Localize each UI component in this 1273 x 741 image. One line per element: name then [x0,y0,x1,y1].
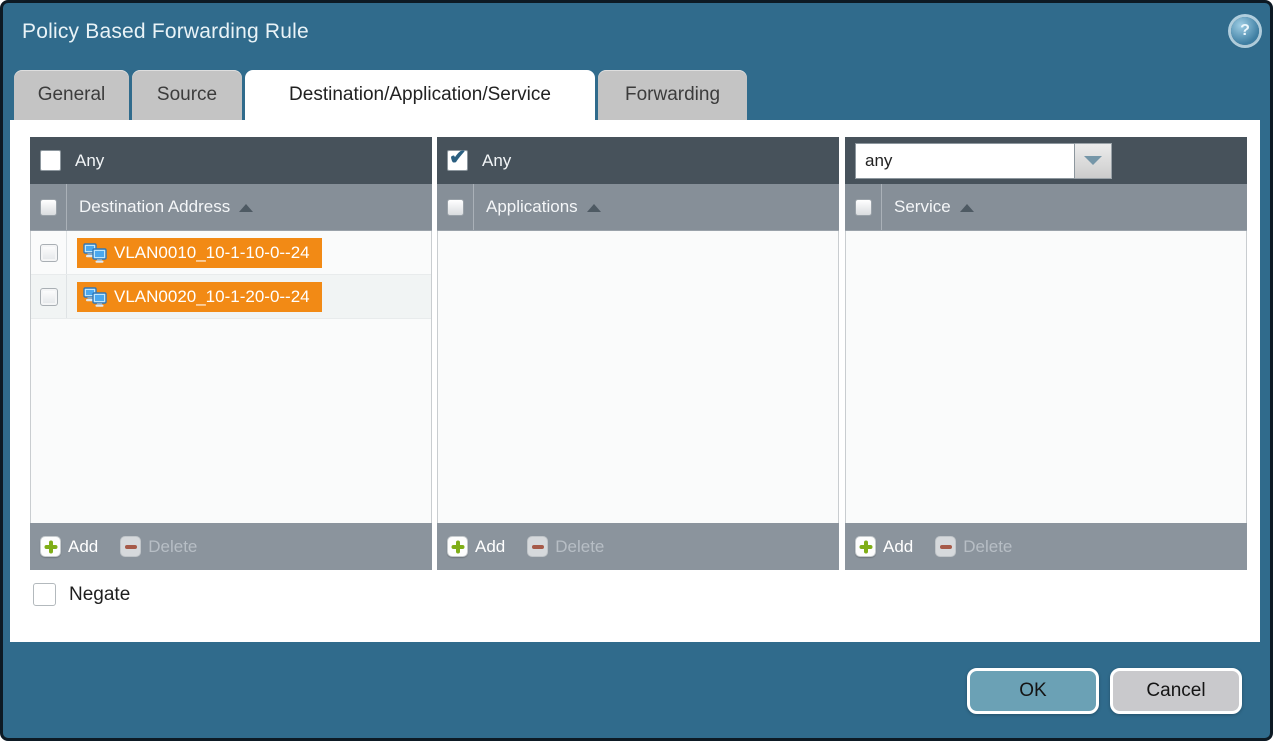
tab-destination-application-service[interactable]: Destination/Application/Service [245,70,595,120]
negate-label: Negate [69,584,130,606]
service-select-all-checkbox[interactable] [855,199,872,216]
tab-forwarding[interactable]: Forwarding [598,70,747,120]
negate-option: Negate [33,583,130,606]
destination-address-header-row: Destination Address [30,184,432,231]
tab-general[interactable]: General [14,70,129,120]
add-button[interactable]: Add [40,536,98,557]
service-list [845,231,1247,523]
applications-toolbar: Add Delete [437,523,839,570]
applications-list [437,231,839,523]
add-plus-icon [40,536,61,557]
service-column-header[interactable]: Service [882,184,974,230]
cancel-button[interactable]: Cancel [1110,668,1242,714]
service-toolbar: Add Delete [845,523,1247,570]
address-object-name: VLAN0010_10-1-10-0--24 [114,243,310,263]
applications-column-header[interactable]: Applications [474,184,601,230]
add-plus-icon [447,536,468,557]
delete-minus-icon [120,536,141,557]
delete-minus-icon [935,536,956,557]
address-object-chip[interactable]: VLAN0020_10-1-20-0--24 [77,282,322,312]
service-type-dropdown[interactable]: any [855,143,1112,179]
delete-button[interactable]: Delete [527,536,604,557]
address-object-chip[interactable]: VLAN0010_10-1-10-0--24 [77,238,322,268]
add-plus-icon [855,536,876,557]
applications-any-label: Any [482,151,511,171]
network-address-icon [83,243,107,263]
destination-address-list: VLAN0010_10-1-10-0--24 VLAN0020_10-1-20-… [30,231,432,523]
ok-button[interactable]: OK [967,668,1099,714]
destination-address-row[interactable]: VLAN0010_10-1-10-0--24 [31,231,431,275]
destination-any-checkbox[interactable] [40,150,61,171]
row-checkbox[interactable] [40,244,58,262]
destination-address-row[interactable]: VLAN0020_10-1-20-0--24 [31,275,431,319]
delete-button[interactable]: Delete [120,536,197,557]
sort-asc-icon [960,204,974,212]
help-icon[interactable]: ? [1231,17,1259,45]
destination-any-bar: Any [30,137,432,184]
tab-source[interactable]: Source [132,70,242,120]
add-button[interactable]: Add [447,536,505,557]
delete-button[interactable]: Delete [935,536,1012,557]
sort-asc-icon [587,204,601,212]
service-header-label: Service [894,197,951,217]
applications-any-checkbox[interactable] [447,150,468,171]
dialog-title: Policy Based Forwarding Rule [22,20,309,44]
tab-content-panel: Any Destination Address VLAN0010_10-1-10… [10,120,1260,642]
chevron-down-icon [1084,156,1102,165]
row-checkbox[interactable] [40,288,58,306]
destination-address-column-header[interactable]: Destination Address [67,184,253,230]
destination-any-label: Any [75,151,104,171]
service-type-value: any [855,143,1075,179]
destination-select-all-checkbox[interactable] [40,199,57,216]
service-header-row: Service [845,184,1247,231]
tab-bar: General Source Destination/Application/S… [14,70,747,120]
negate-checkbox[interactable] [33,583,56,606]
delete-minus-icon [527,536,548,557]
applications-header-row: Applications [437,184,839,231]
policy-based-forwarding-dialog: Policy Based Forwarding Rule ? General S… [0,0,1273,741]
applications-header-label: Applications [486,197,578,217]
address-object-name: VLAN0020_10-1-20-0--24 [114,287,310,307]
dropdown-button[interactable] [1075,143,1112,179]
applications-select-all-checkbox[interactable] [447,199,464,216]
destination-address-toolbar: Add Delete [30,523,432,570]
add-button[interactable]: Add [855,536,913,557]
destination-address-header-label: Destination Address [79,197,230,217]
service-any-bar: any [845,137,1247,184]
service-panel: any Service Add [845,137,1247,570]
applications-any-bar: Any [437,137,839,184]
network-address-icon [83,287,107,307]
destination-address-panel: Any Destination Address VLAN0010_10-1-10… [30,137,432,570]
sort-asc-icon [239,204,253,212]
applications-panel: Any Applications Add Delete [437,137,839,570]
